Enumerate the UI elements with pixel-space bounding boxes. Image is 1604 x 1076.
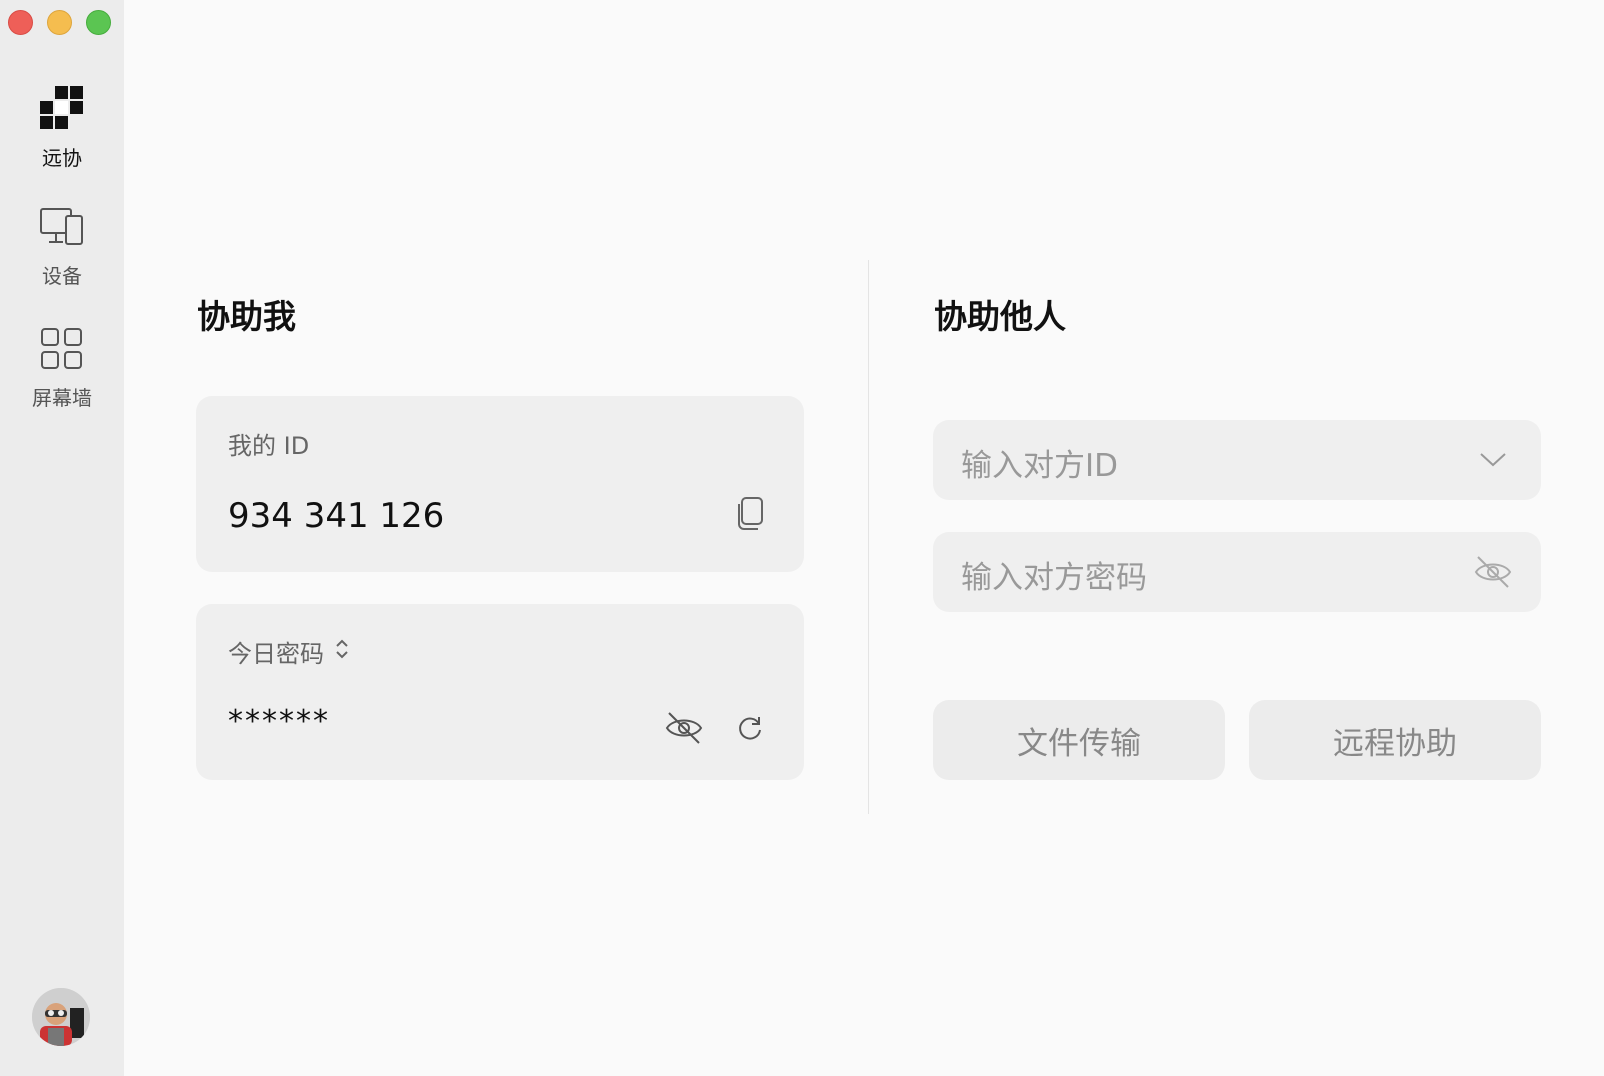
eye-hidden-icon (665, 711, 703, 749)
password-type-label: 今日密码 (228, 640, 324, 668)
user-avatar[interactable] (32, 988, 90, 1046)
help-me-title: 协助我 (197, 297, 296, 336)
my-id-card: 我的 ID 934 341 126 (196, 396, 804, 572)
sidebar: 远协 设备 屏幕墙 (0, 0, 124, 1076)
screen-wall-grid-icon (41, 328, 83, 374)
chevron-down-icon[interactable] (1473, 440, 1513, 480)
password-type-selector[interactable]: 今日密码 (228, 634, 350, 669)
maximize-window-button[interactable] (86, 10, 111, 35)
refresh-password-button[interactable] (730, 710, 770, 750)
daily-password-card: 今日密码 ****** (196, 604, 804, 780)
my-id-label: 我的 ID (228, 426, 309, 461)
devices-icon (40, 208, 84, 252)
sidebar-item-devices[interactable]: 设备 (0, 208, 124, 289)
panel-divider (868, 260, 869, 814)
sort-updown-icon (334, 638, 350, 666)
copy-icon (735, 497, 765, 535)
copy-id-button[interactable] (730, 496, 770, 536)
refresh-icon (736, 714, 764, 746)
my-id-value: 934 341 126 (228, 496, 445, 536)
remote-assist-logo-icon (40, 86, 84, 134)
close-window-button[interactable] (8, 10, 33, 35)
window-controls (8, 10, 111, 35)
my-id-label-text: 我的 ID (228, 432, 310, 460)
remote-id-placeholder: 输入对方ID (961, 448, 1119, 484)
minimize-window-button[interactable] (47, 10, 72, 35)
remote-password-placeholder: 输入对方密码 (961, 560, 1147, 596)
help-others-title: 协助他人 (934, 297, 1066, 336)
sidebar-item-label: 屏幕墙 (32, 386, 92, 410)
app-window: 远协 设备 屏幕墙 协助我 我的 ID 934 341 126 今日密码 ***… (0, 0, 1604, 1076)
sidebar-item-screen-wall[interactable]: 屏幕墙 (0, 328, 124, 411)
daily-password-value: ****** (228, 704, 330, 739)
remote-id-input[interactable]: 输入对方ID (933, 420, 1541, 500)
remote-assist-button[interactable]: 远程协助 (1249, 700, 1541, 780)
file-transfer-button[interactable]: 文件传输 (933, 700, 1225, 780)
eye-hidden-icon[interactable] (1473, 552, 1513, 592)
sidebar-item-label: 设备 (42, 264, 82, 288)
remote-password-input[interactable]: 输入对方密码 (933, 532, 1541, 612)
toggle-password-visibility-button[interactable] (664, 710, 704, 750)
sidebar-item-remote-assist[interactable]: 远协 (0, 86, 124, 171)
sidebar-item-label: 远协 (42, 146, 82, 170)
